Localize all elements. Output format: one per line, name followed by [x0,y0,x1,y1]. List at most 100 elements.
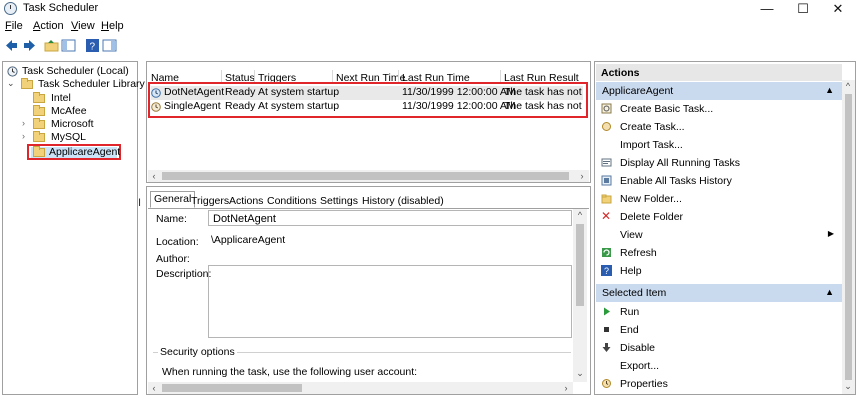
maximize-button[interactable]: ☐ [785,0,821,18]
name-field[interactable]: DotNetAgent [208,210,572,226]
name-label: Name: [156,213,187,225]
show-hide-tree-icon[interactable] [61,38,76,53]
tab-triggers[interactable]: Triggers [191,195,229,207]
action-new-folder[interactable]: New Folder... [596,190,842,208]
scroll-left-icon[interactable]: ‹ [148,382,160,394]
action-label: New Folder... [620,193,682,205]
action-help[interactable]: ? Help [596,262,842,280]
actions-group-selected[interactable]: Selected Item ▲ [596,284,842,302]
tree-folder-label: MySQL [51,131,87,143]
action-export[interactable]: Export... [596,357,842,375]
folder-icon [21,78,33,89]
action-label: Delete Folder [620,211,684,223]
clock-icon [7,66,18,77]
folder-icon [33,118,45,129]
actions-group-folder[interactable]: ApplicareAgent ▲ [596,82,842,100]
new-folder-icon [601,194,612,204]
scroll-down-icon[interactable]: ⌄ [842,380,854,392]
action-import-task[interactable]: Import Task... [596,136,842,154]
chevron-right-icon[interactable]: › [22,118,25,128]
action-label: Create Task... [620,121,685,133]
highlight-box [148,82,588,118]
folder-icon [33,92,45,103]
folder-icon [33,146,45,157]
scroll-thumb[interactable] [845,94,852,380]
tab-settings[interactable]: Settings [320,195,358,207]
text-cursor-icon: I [138,197,142,209]
action-run[interactable]: Run [596,303,842,321]
folder-icon [33,105,45,116]
vertical-scrollbar[interactable]: ^ ⌄ [573,209,587,382]
menu-view[interactable]: View [71,20,95,32]
menu-action-rest: ction [40,20,64,32]
run-icon [604,307,610,316]
tree-root-label: Task Scheduler (Local) [22,65,129,77]
author-label: Author: [156,253,190,265]
properties-icon [602,379,611,388]
action-label: Export... [620,360,660,372]
scroll-thumb[interactable] [576,224,584,306]
tab-conditions[interactable]: Conditions [267,195,317,207]
horizontal-scrollbar[interactable]: ‹ › [148,170,589,182]
action-create-task[interactable]: Create Task... [596,118,842,136]
action-label: View [620,229,643,241]
menu-file-rest: ile [11,20,23,32]
tree-folder-applicareagent[interactable]: ApplicareAgent [27,144,121,160]
action-label: Disable [620,342,656,354]
title-bar: Task Scheduler — ☐ ✕ [0,0,856,18]
window-title: Task Scheduler [23,2,99,14]
tree-folder-label: Microsoft [51,118,94,130]
scroll-right-icon[interactable]: › [576,170,588,182]
actions-group-label: ApplicareAgent [602,85,674,97]
collapse-icon[interactable]: ▲ [825,287,834,297]
collapse-icon[interactable]: ▲ [825,85,834,95]
action-label: Import Task... [620,139,683,151]
action-refresh[interactable]: Refresh [596,244,842,262]
scroll-right-icon[interactable]: › [560,382,572,394]
scroll-up-icon[interactable]: ^ [842,80,854,92]
svg-text:?: ? [604,266,609,276]
tab-general[interactable]: General [150,191,196,208]
tasks-history-icon [601,175,612,186]
end-icon [604,327,609,332]
create-basic-task-icon [601,103,612,114]
action-delete-folder[interactable]: ✕ Delete Folder [596,208,842,226]
action-label: Properties [620,378,668,390]
action-properties[interactable]: Properties [596,375,842,393]
scroll-left-icon[interactable]: ‹ [148,170,160,182]
delete-icon: ✕ [601,209,612,223]
description-field[interactable] [208,265,572,338]
chevron-down-icon[interactable]: ⌄ [7,78,15,89]
minimize-button[interactable]: — [749,0,785,18]
action-display-running-tasks[interactable]: Display All Running Tasks [596,154,842,172]
menu-file[interactable]: File [5,20,23,32]
scroll-down-icon[interactable]: ⌄ [574,367,586,379]
tab-actions[interactable]: Actions [229,195,263,207]
action-create-basic-task[interactable]: Create Basic Task... [596,100,842,118]
tab-divider [148,208,589,209]
scroll-up-icon[interactable]: ^ [574,209,586,221]
action-label: End [620,324,639,336]
action-label: Create Basic Task... [620,103,714,115]
action-end[interactable]: End [596,321,842,339]
action-disable[interactable]: Disable [596,339,842,357]
svg-text:?: ? [90,42,96,53]
up-folder-icon[interactable] [44,38,59,53]
menu-help-rest: elp [108,20,124,32]
close-button[interactable]: ✕ [820,0,856,18]
action-enable-tasks-history[interactable]: Enable All Tasks History [596,172,842,190]
horizontal-scrollbar[interactable]: ‹ › [148,382,573,394]
description-label: Description: [156,268,212,280]
tab-history[interactable]: History (disabled) [362,195,444,207]
menu-help[interactable]: Help [101,20,124,32]
vertical-scrollbar[interactable]: ^ ⌄ [842,80,855,394]
scroll-thumb[interactable] [162,384,302,392]
action-view[interactable]: View ▶ [596,226,842,244]
show-hide-action-pane-icon[interactable] [102,38,117,53]
forward-icon[interactable] [22,38,37,53]
help-toolbar-icon[interactable]: ? [85,38,100,53]
chevron-right-icon[interactable]: › [22,131,25,141]
menu-action[interactable]: Action [33,20,64,32]
scroll-thumb[interactable] [162,172,569,180]
back-icon[interactable] [4,38,19,53]
